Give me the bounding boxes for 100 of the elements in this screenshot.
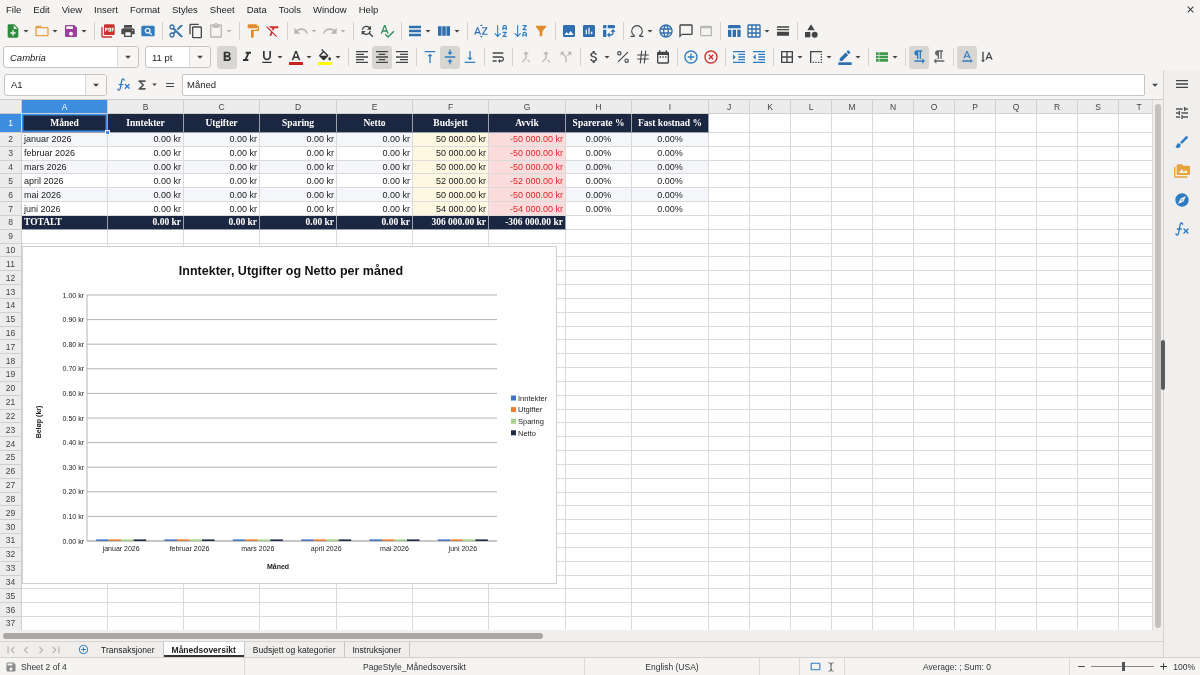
column-heading: Budsjett (413, 114, 489, 133)
menu-item[interactable]: Format (123, 2, 166, 16)
table-cell: 0.00 kr (184, 133, 260, 147)
sliders-icon[interactable] (1174, 105, 1190, 121)
row-header[interactable]: 24 (0, 437, 22, 452)
table-cell: 0.00 kr (260, 188, 337, 203)
column-header[interactable]: G (489, 100, 566, 114)
table-cell: 0.00 kr (260, 133, 337, 147)
sheet-tab[interactable]: Transaksjoner (93, 642, 164, 657)
paint-bucket-icon[interactable] (317, 49, 333, 65)
row-header[interactable]: 18 (0, 354, 22, 369)
selection-statistics: Average: ; Sum: 0 (923, 661, 991, 672)
column-header[interactable]: B (108, 100, 184, 114)
function-icon[interactable] (1174, 221, 1190, 237)
row-header[interactable]: 17 (0, 340, 22, 355)
sheet-tab[interactable]: Budsjett og kategorier (244, 642, 345, 657)
menu-item[interactable]: Styles (165, 2, 204, 16)
menu-item[interactable]: Insert (88, 2, 124, 16)
column-header[interactable]: F (413, 100, 489, 114)
text-cursor-icon[interactable] (825, 661, 836, 672)
row-header[interactable]: 13 (0, 285, 22, 299)
column-header[interactable]: O (914, 100, 955, 114)
formula-input[interactable]: Måned (182, 73, 1145, 96)
font-size-field[interactable]: 11 pt (145, 46, 211, 68)
table-rows-icon[interactable] (407, 23, 423, 39)
resize-grip[interactable] (1161, 340, 1165, 390)
column-header[interactable]: P (955, 100, 996, 114)
column-header[interactable]: S (1078, 100, 1119, 114)
column-header[interactable]: C (184, 100, 260, 114)
table-cell: 0.00 kr (337, 133, 413, 147)
column-header[interactable]: Q (996, 100, 1037, 114)
column-heading: Inntekter (108, 114, 184, 133)
menu-item[interactable]: File (0, 2, 28, 16)
row-header[interactable]: 6 (0, 188, 22, 203)
menu-item[interactable]: Tools (272, 2, 307, 16)
table-columns-icon[interactable] (436, 23, 452, 39)
zoom-percent: 100% (1173, 661, 1195, 672)
row-header[interactable]: 36 (0, 603, 22, 617)
border-grid-icon[interactable] (779, 49, 795, 65)
menu-item[interactable]: Edit (27, 2, 56, 16)
column-heading: Måned (22, 114, 108, 133)
row-header[interactable]: 35 (0, 589, 22, 604)
column-header[interactable]: J (709, 100, 750, 114)
table-cell: mai 2026 (22, 188, 108, 203)
compass-icon[interactable] (1174, 192, 1190, 208)
column-header[interactable]: M (832, 100, 873, 114)
row-header[interactable]: 7 (0, 202, 22, 216)
table-cell: 0.00% (632, 188, 709, 203)
column-heading: Fast kostnad % (632, 114, 709, 133)
grid-icon[interactable] (746, 23, 762, 39)
row-header[interactable]: 5 (0, 174, 22, 189)
table-cell: 0.00% (566, 133, 632, 147)
row-header[interactable]: 25 (0, 451, 22, 465)
table-cell: -52 000.00 kr (489, 174, 566, 189)
row-header[interactable]: 2 (0, 133, 22, 147)
font-color-icon[interactable] (288, 49, 304, 65)
menu-item[interactable]: View (55, 2, 89, 16)
table-cell: 0.00% (632, 133, 709, 147)
column-heading: Utgifter (184, 114, 260, 133)
pencil-icon[interactable] (837, 49, 853, 65)
cell-reference-field[interactable]: A1 (4, 73, 108, 96)
table-cell: 0.00 kr (108, 188, 184, 203)
fill-handle[interactable] (105, 130, 110, 135)
column-header[interactable]: D (260, 100, 337, 114)
language-label: English (USA) (645, 661, 699, 672)
menu-item[interactable]: Data (240, 2, 273, 16)
column-header[interactable]: H (566, 100, 632, 114)
underline-icon[interactable] (259, 49, 275, 65)
column-header[interactable]: N (873, 100, 914, 114)
column-header[interactable]: I (632, 100, 709, 114)
font-name-field[interactable]: Cambria (3, 46, 139, 68)
row-header[interactable]: 31 (0, 534, 22, 548)
page-style-label: PageStyle_Månedsoversikt (363, 661, 466, 672)
column-header[interactable]: L (791, 100, 832, 114)
column-header[interactable]: T (1119, 100, 1152, 114)
omega-icon[interactable] (629, 23, 645, 39)
column-header[interactable]: R (1037, 100, 1078, 114)
border-style-icon[interactable] (808, 49, 824, 65)
menu-item[interactable]: Help (352, 2, 385, 16)
row-header[interactable]: 12 (0, 271, 22, 286)
row-header[interactable]: 30 (0, 520, 22, 534)
sheet-tab[interactable]: Månedsoversikt (163, 642, 245, 657)
row-header[interactable]: 23 (0, 423, 22, 438)
scrollbar-thumb[interactable] (3, 632, 543, 639)
plus-icon[interactable] (1158, 661, 1170, 672)
row-header[interactable]: 11 (0, 257, 22, 272)
slider-thumb[interactable] (1121, 662, 1125, 671)
column-header[interactable]: K (750, 100, 791, 114)
row-header[interactable]: 19 (0, 368, 22, 382)
document-plus-icon[interactable] (5, 23, 21, 39)
vertical-scrollbar[interactable] (1152, 100, 1163, 630)
table-cell: 54 000.00 kr (413, 202, 489, 216)
row-header[interactable]: 29 (0, 506, 22, 521)
menu-item[interactable]: Window (306, 2, 353, 16)
scrollbar-thumb[interactable] (1155, 104, 1161, 628)
brush-icon[interactable] (1174, 134, 1190, 150)
column-header[interactable]: E (337, 100, 413, 114)
menu-item[interactable]: Sheet (203, 2, 241, 16)
list-table-icon[interactable] (874, 49, 890, 65)
sheet-tab[interactable]: Instruksjoner (344, 642, 411, 657)
